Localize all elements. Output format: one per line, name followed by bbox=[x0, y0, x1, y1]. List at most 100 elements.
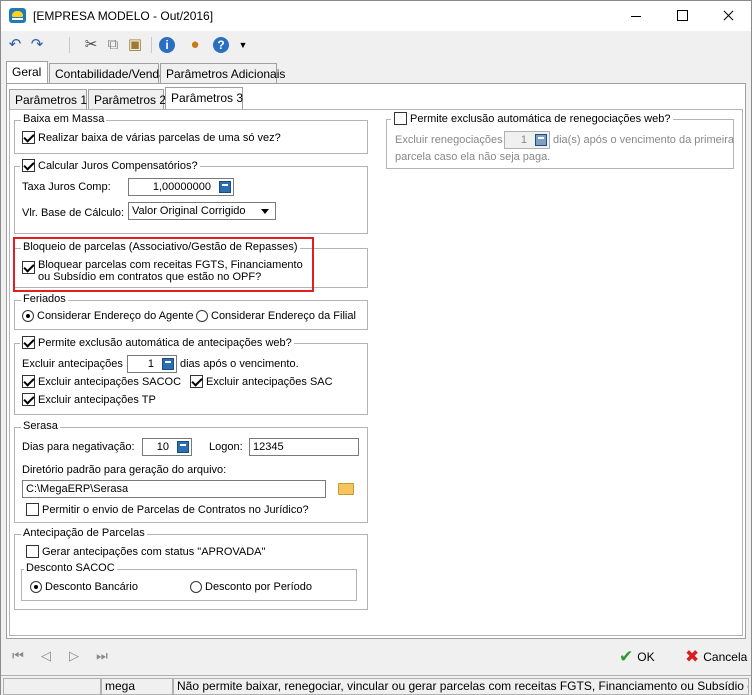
top-tab-strip: Geral Contabilidade/Venda Parâmetros Adi… bbox=[6, 61, 748, 83]
excluir-antecipacoes-input[interactable]: 1 bbox=[127, 355, 177, 373]
status-message: Não permite baixar, renegociar, vincular… bbox=[173, 678, 749, 695]
cancel-button[interactable]: ✖ Cancela bbox=[685, 647, 747, 667]
undo-icon[interactable]: ↶ bbox=[5, 35, 25, 55]
checkbox-box[interactable] bbox=[26, 503, 39, 516]
antecipacoes-group: Permite exclusão automática de antecipaç… bbox=[14, 336, 368, 415]
user-icon[interactable]: ● bbox=[185, 35, 205, 55]
copy-icon[interactable]: ⧉ bbox=[103, 35, 123, 55]
status-cell-empty bbox=[3, 678, 101, 695]
tab-parametros-adicionais[interactable]: Parâmetros Adicionais bbox=[160, 63, 285, 83]
checkbox-box[interactable] bbox=[22, 375, 35, 388]
paste-icon[interactable]: ▣ bbox=[125, 35, 145, 55]
excluir-renegociacoes-label: Excluir renegociações bbox=[395, 134, 503, 146]
highlight-box bbox=[13, 237, 314, 292]
tab-parametros-2[interactable]: Parâmetros 2 bbox=[88, 89, 166, 109]
sac-checkbox[interactable]: Excluir antecipações SAC bbox=[190, 375, 333, 388]
minimize-button[interactable] bbox=[613, 1, 659, 31]
dias-apos-label: dias após o vencimento. bbox=[180, 358, 299, 370]
antecipacoes-checkbox[interactable]: Permite exclusão automática de antecipaç… bbox=[20, 336, 294, 349]
checkbox-box[interactable] bbox=[26, 545, 39, 558]
app-logo-icon bbox=[9, 8, 26, 23]
baixa-massa-checkbox[interactable]: Realizar baixa de várias parcelas de uma… bbox=[22, 131, 281, 144]
desconto-sacoc-group: Desconto SACOC Desconto Bancário Descont… bbox=[21, 562, 357, 601]
taxa-juros-label: Taxa Juros Comp: bbox=[22, 181, 111, 193]
status-bar: mega Não permite baixar, renegociar, vin… bbox=[1, 675, 751, 695]
radio-button[interactable] bbox=[30, 581, 42, 593]
radio-button[interactable] bbox=[22, 310, 34, 322]
geral-panel: Parâmetros 1 Parâmetros 2 Parâmetros 3 B… bbox=[6, 83, 746, 639]
sacoc-checkbox[interactable]: Excluir antecipações SACOC bbox=[22, 375, 181, 388]
chevron-down-icon bbox=[261, 209, 269, 214]
checkbox-box[interactable] bbox=[22, 393, 35, 406]
calculator-icon bbox=[535, 134, 547, 146]
checkbox-box[interactable] bbox=[22, 336, 35, 349]
logon-input[interactable]: 12345 bbox=[249, 438, 359, 456]
serasa-title: Serasa bbox=[21, 420, 60, 432]
checkbox-box[interactable] bbox=[394, 112, 407, 125]
excluir-antecipacoes-label: Excluir antecipações bbox=[22, 358, 123, 370]
maximize-button[interactable] bbox=[659, 1, 705, 31]
info-icon[interactable]: i bbox=[159, 37, 175, 53]
antecipacao-parcelas-title: Antecipação de Parcelas bbox=[21, 527, 147, 539]
first-record-icon[interactable]: ⏮ bbox=[11, 649, 25, 663]
aprovada-checkbox[interactable]: Gerar antecipações com status "APROVADA" bbox=[26, 545, 265, 558]
juridico-checkbox[interactable]: Permitir o envio de Parcelas de Contrato… bbox=[26, 503, 309, 516]
cut-icon[interactable]: ✂ bbox=[81, 35, 101, 55]
parametros-3-panel: Baixa em Massa Realizar baixa de várias … bbox=[9, 109, 743, 636]
calculator-icon[interactable] bbox=[162, 358, 174, 370]
feriados-title: Feriados bbox=[21, 293, 68, 305]
antecipacao-parcelas-group: Antecipação de Parcelas Gerar antecipaçõ… bbox=[14, 527, 368, 610]
tab-geral[interactable]: Geral bbox=[6, 61, 48, 83]
checkbox-box[interactable] bbox=[22, 159, 35, 172]
renegociacoes-group: Permite exclusão automática de renegocia… bbox=[386, 112, 734, 169]
tp-checkbox[interactable]: Excluir antecipações TP bbox=[22, 393, 156, 406]
diretorio-input[interactable]: C:\MegaERP\Serasa bbox=[22, 480, 326, 498]
window-title: [EMPRESA MODELO - Out/2016] bbox=[33, 9, 214, 23]
previous-record-icon[interactable]: ◁ bbox=[39, 649, 53, 663]
redo-icon[interactable]: ↷ bbox=[27, 35, 47, 55]
title-bar: [EMPRESA MODELO - Out/2016] bbox=[1, 1, 751, 31]
dias-negativacao-input[interactable]: 10 bbox=[142, 438, 192, 456]
renegociacoes-dias-line1: dia(s) após o vencimento da primeira bbox=[553, 134, 734, 146]
serasa-group: Serasa Dias para negativação: 10 Logon: … bbox=[14, 420, 368, 523]
folder-icon[interactable] bbox=[338, 483, 354, 495]
checkbox-box[interactable] bbox=[22, 131, 35, 144]
check-icon: ✔ bbox=[619, 647, 634, 666]
tab-parametros-3[interactable]: Parâmetros 3 bbox=[165, 87, 243, 109]
radio-button[interactable] bbox=[196, 310, 208, 322]
radio-button[interactable] bbox=[190, 581, 202, 593]
desconto-bancario-radio[interactable]: Desconto Bancário bbox=[30, 581, 138, 593]
base-calculo-select[interactable]: Valor Original Corrigido bbox=[128, 202, 276, 220]
feriados-option-agente[interactable]: Considerar Endereço do Agente bbox=[22, 310, 194, 322]
toolbar: ↶ ↷ ✂ ⧉ ▣ i ● ? ▼ bbox=[1, 31, 751, 59]
cancel-x-icon: ✖ bbox=[685, 647, 700, 666]
excluir-renegociacoes-input[interactable]: 1 bbox=[504, 131, 550, 149]
next-record-icon[interactable]: ▷ bbox=[67, 649, 81, 663]
renegociacoes-checkbox[interactable]: Permite exclusão automática de renegocia… bbox=[391, 112, 674, 125]
chevron-down-icon[interactable]: ▼ bbox=[233, 35, 253, 55]
base-calculo-label: Vlr. Base de Cálculo: bbox=[22, 207, 125, 219]
sub-tab-strip: Parâmetros 1 Parâmetros 2 Parâmetros 3 bbox=[9, 87, 709, 109]
calculator-icon[interactable] bbox=[219, 181, 231, 193]
baixa-massa-title: Baixa em Massa bbox=[21, 113, 107, 125]
logon-label: Logon: bbox=[209, 441, 243, 453]
diretorio-label: Diretório padrão para geração do arquivo… bbox=[22, 464, 227, 476]
juros-group: Calcular Juros Compensatórios? Taxa Juro… bbox=[14, 159, 368, 234]
juros-checkbox[interactable]: Calcular Juros Compensatórios? bbox=[20, 159, 200, 172]
toolbar-separator bbox=[69, 37, 70, 53]
tab-parametros-1[interactable]: Parâmetros 1 bbox=[9, 89, 87, 109]
desconto-sacoc-title: Desconto SACOC bbox=[24, 562, 117, 574]
desconto-periodo-radio[interactable]: Desconto por Período bbox=[190, 581, 312, 593]
baixa-massa-group: Baixa em Massa Realizar baixa de várias … bbox=[14, 113, 368, 154]
dias-negativacao-label: Dias para negativação: bbox=[22, 441, 135, 453]
taxa-juros-input[interactable]: 1,00000000 bbox=[128, 178, 234, 196]
feriados-group: Feriados Considerar Endereço do Agente C… bbox=[14, 293, 368, 330]
last-record-icon[interactable]: ⏭ bbox=[95, 649, 109, 663]
ok-button[interactable]: ✔ OK bbox=[619, 647, 655, 667]
tab-contabilidade-venda[interactable]: Contabilidade/Venda bbox=[49, 63, 166, 83]
help-icon[interactable]: ? bbox=[213, 37, 229, 53]
feriados-option-filial[interactable]: Considerar Endereço da Filial bbox=[196, 310, 356, 322]
calculator-icon[interactable] bbox=[177, 441, 189, 453]
checkbox-box[interactable] bbox=[190, 375, 203, 388]
close-button[interactable] bbox=[705, 1, 751, 31]
